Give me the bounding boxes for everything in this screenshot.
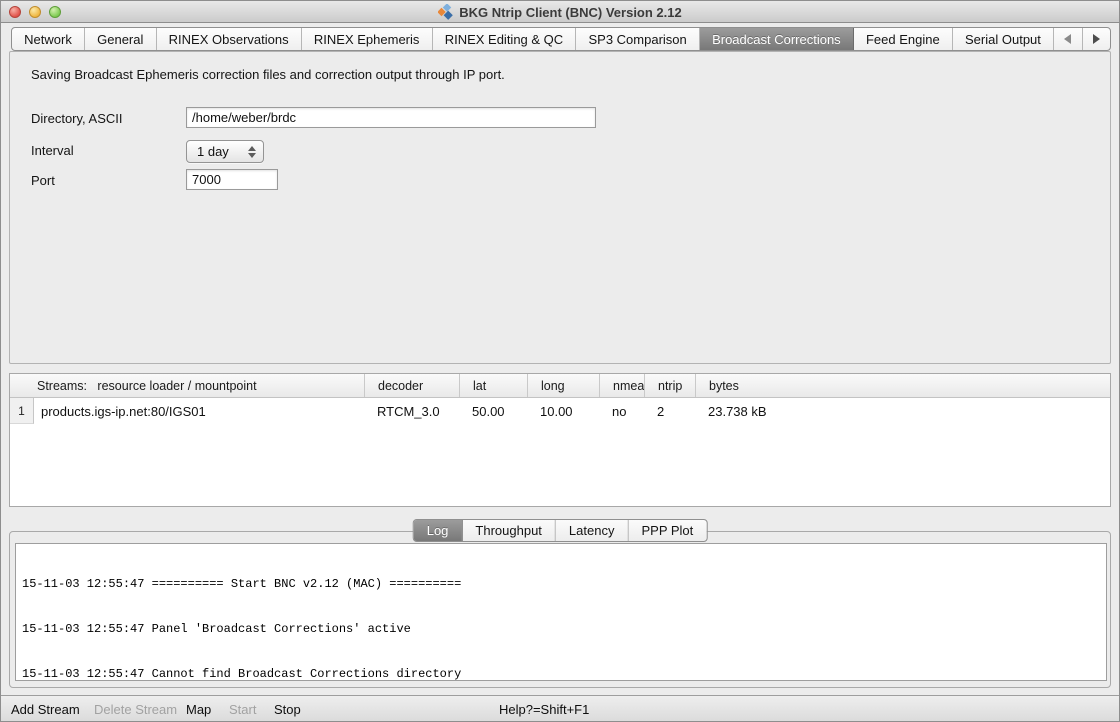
map-button[interactable]: Map bbox=[186, 702, 211, 717]
tab-rinex-observations[interactable]: RINEX Observations bbox=[157, 28, 302, 50]
start-button[interactable]: Start bbox=[229, 702, 256, 717]
tab-rinex-ephemeris[interactable]: RINEX Ephemeris bbox=[302, 28, 433, 50]
tab-general[interactable]: General bbox=[85, 28, 157, 50]
cell-bytes: 23.738 kB bbox=[695, 398, 1110, 424]
app-window: BKG Ntrip Client (BNC) Version 2.12 Netw… bbox=[0, 0, 1120, 722]
table-row[interactable]: 1 products.igs-ip.net:80/IGS01 RTCM_3.0 … bbox=[10, 398, 1110, 424]
bnc-app-icon bbox=[438, 4, 454, 20]
cell-mountpoint: products.igs-ip.net:80/IGS01 bbox=[34, 398, 364, 424]
column-header-nmea[interactable]: nmea bbox=[599, 374, 644, 397]
tab-throughput[interactable]: Throughput bbox=[462, 520, 556, 541]
main-tab-bar: Network General RINEX Observations RINEX… bbox=[11, 27, 1111, 51]
tab-scroll-left-button[interactable] bbox=[1054, 28, 1083, 50]
interval-select[interactable]: 1 day bbox=[186, 140, 264, 163]
tab-broadcast-corrections[interactable]: Broadcast Corrections bbox=[700, 28, 854, 50]
row-number: 1 bbox=[10, 398, 34, 424]
tab-feed-engine[interactable]: Feed Engine bbox=[854, 28, 953, 50]
column-header-mountpoint[interactable]: Streams: resource loader / mountpoint bbox=[10, 374, 364, 397]
left-arrow-icon bbox=[1064, 34, 1071, 44]
column-header-decoder[interactable]: decoder bbox=[364, 374, 459, 397]
log-line: 15-11-03 12:55:47 ========== Start BNC v… bbox=[22, 577, 1100, 592]
directory-ascii-label: Directory, ASCII bbox=[31, 111, 123, 126]
tab-sp3-comparison[interactable]: SP3 Comparison bbox=[576, 28, 700, 50]
interval-label: Interval bbox=[31, 143, 74, 158]
tab-network[interactable]: Network bbox=[12, 28, 85, 50]
stop-button[interactable]: Stop bbox=[274, 702, 301, 717]
log-tab-bar: Log Throughput Latency PPP Plot bbox=[413, 519, 708, 542]
cell-lat: 50.00 bbox=[459, 398, 527, 424]
log-line: 15-11-03 12:55:47 Panel 'Broadcast Corre… bbox=[22, 622, 1100, 637]
tab-latency[interactable]: Latency bbox=[556, 520, 629, 541]
column-header-bytes[interactable]: bytes bbox=[695, 374, 1110, 397]
delete-stream-button[interactable]: Delete Stream bbox=[94, 702, 177, 717]
port-label: Port bbox=[31, 173, 55, 188]
tab-serial-output[interactable]: Serial Output bbox=[953, 28, 1054, 50]
select-stepper-icon bbox=[245, 146, 263, 158]
log-output[interactable]: 15-11-03 12:55:47 ========== Start BNC v… bbox=[15, 543, 1107, 681]
add-stream-button[interactable]: Add Stream bbox=[11, 702, 80, 717]
tab-scroll-right-button[interactable] bbox=[1083, 28, 1111, 50]
log-line: 15-11-03 12:55:47 Cannot find Broadcast … bbox=[22, 667, 1100, 681]
cell-nmea: no bbox=[599, 398, 644, 424]
directory-ascii-input[interactable] bbox=[186, 107, 596, 128]
tab-ppp-plot[interactable]: PPP Plot bbox=[628, 520, 706, 541]
streams-table-header: Streams: resource loader / mountpoint de… bbox=[10, 374, 1110, 398]
column-header-ntrip[interactable]: ntrip bbox=[644, 374, 695, 397]
window-title: BKG Ntrip Client (BNC) Version 2.12 bbox=[459, 5, 681, 20]
tab-rinex-editing-qc[interactable]: RINEX Editing & QC bbox=[433, 28, 577, 50]
title-bar[interactable]: BKG Ntrip Client (BNC) Version 2.12 bbox=[1, 1, 1119, 23]
help-shortcut-label: Help?=Shift+F1 bbox=[499, 702, 589, 717]
tab-log[interactable]: Log bbox=[414, 520, 463, 541]
cell-decoder: RTCM_3.0 bbox=[364, 398, 459, 424]
port-input[interactable] bbox=[186, 169, 278, 190]
cell-ntrip: 2 bbox=[644, 398, 695, 424]
tab-scroll-arrows bbox=[1054, 28, 1110, 50]
right-arrow-icon bbox=[1093, 34, 1100, 44]
streams-table: Streams: resource loader / mountpoint de… bbox=[9, 373, 1111, 507]
column-header-lat[interactable]: lat bbox=[459, 374, 527, 397]
cell-long: 10.00 bbox=[527, 398, 599, 424]
column-header-long[interactable]: long bbox=[527, 374, 599, 397]
broadcast-corrections-panel bbox=[9, 51, 1111, 364]
panel-description: Saving Broadcast Ephemeris correction fi… bbox=[31, 67, 505, 82]
interval-selected-value: 1 day bbox=[187, 144, 245, 159]
bottom-button-bar: Add Stream Delete Stream Map Start Stop … bbox=[1, 695, 1119, 722]
